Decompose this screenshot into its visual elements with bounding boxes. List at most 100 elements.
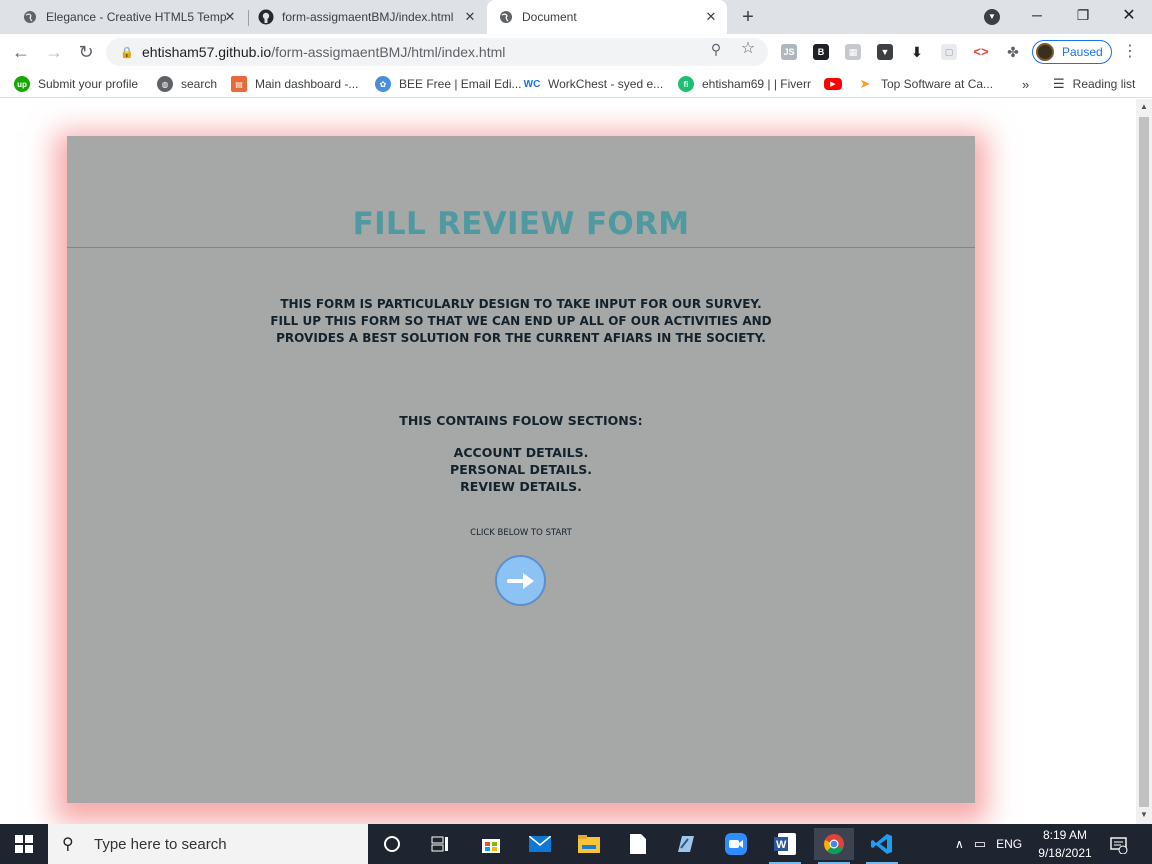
scrollbar-thumb[interactable] (1139, 117, 1149, 807)
tab-separator (248, 10, 249, 26)
word-app-icon[interactable]: W (765, 828, 805, 864)
bookmarks-bar: up Submit your profile ◍ search ▤ Main d… (0, 70, 1152, 98)
new-tab-button[interactable]: + (738, 7, 758, 27)
back-button[interactable]: ← (9, 40, 33, 64)
page-title: FILL REVIEW FORM (352, 206, 690, 242)
close-icon[interactable]: ✕ (703, 9, 719, 25)
close-icon[interactable]: ✕ (462, 9, 478, 25)
tab-strip: Elegance - Creative HTML5 Temp ✕ form-as… (0, 0, 1152, 34)
store-icon[interactable] (471, 828, 511, 860)
task-view-icon[interactable] (420, 828, 460, 860)
intro-line: PROVIDES A BEST SOLUTION FOR THE CURRENT… (276, 331, 766, 345)
taskbar: ⚲ Type here to search W ∧ ▭ ENG 8:19 AM … (0, 824, 1152, 864)
close-icon[interactable]: ✕ (222, 9, 238, 25)
reading-list-icon: ☰ (1053, 76, 1065, 91)
bookmark-label: Top Software at Ca... (881, 77, 994, 91)
tab-document[interactable]: Document ✕ (487, 0, 727, 34)
tab-search-icon[interactable]: ▼ (984, 9, 1000, 25)
address-bar[interactable]: 🔒 ehtisham57.github.io/form-assigmaentBM… (106, 38, 768, 66)
bee-icon: ✿ (375, 76, 391, 92)
page-viewport: FILL REVIEW FORM THIS FORM IS PARTICULAR… (0, 99, 1136, 824)
language-indicator[interactable]: ENG (996, 837, 1022, 851)
svg-text:W: W (776, 839, 787, 851)
intro-line: FILL UP THIS FORM SO THAT WE CAN END UP … (270, 314, 772, 328)
download-box-extension-icon[interactable]: ▼ (877, 44, 893, 60)
bookmark-search[interactable]: ◍ search (157, 75, 217, 93)
scroll-up-icon[interactable]: ▲ (1140, 103, 1148, 111)
star-icon[interactable]: ☆ (739, 40, 757, 58)
bookmark-bee-free[interactable]: ✿ BEE Free | Email Edi... (375, 75, 522, 93)
review-form-card: FILL REVIEW FORM THIS FORM IS PARTICULAR… (67, 136, 975, 803)
bookmark-workchest[interactable]: WC WorkChest - syed e... (524, 75, 663, 93)
sections-heading: THIS CONTAINS FOLOW SECTIONS: (399, 413, 643, 428)
more-bookmarks-button[interactable]: » (1022, 75, 1029, 93)
globe-icon: ◍ (157, 76, 173, 92)
bookmark-submit-profile[interactable]: up Submit your profile (14, 75, 138, 93)
reload-button[interactable]: ↻ (74, 40, 98, 64)
clock[interactable]: 8:19 AM 9/18/2021 (1030, 826, 1100, 862)
section-item: ACCOUNT DETAILS. (453, 445, 589, 460)
url-host: ehtisham57.github.io (142, 44, 272, 60)
start-label: CLICK BELOW TO START (470, 528, 572, 538)
section-item: PERSONAL DETAILS. (450, 462, 592, 477)
square-extension-icon[interactable]: ▢ (941, 44, 957, 60)
zoom-icon[interactable]: ⚲ (707, 40, 725, 58)
bookmark-label: WorkChest - syed e... (548, 77, 664, 91)
menu-icon[interactable]: ⋮ (1122, 40, 1138, 64)
bookmark-youtube[interactable]: ▶ (824, 75, 850, 93)
grid-extension-icon[interactable]: ▦ (845, 44, 861, 60)
dashboard-icon: ▤ (231, 76, 247, 92)
vertical-scrollbar[interactable]: ▲ ▼ (1136, 99, 1152, 824)
lock-icon[interactable]: 🔒 (112, 46, 142, 59)
profile-button[interactable]: Paused (1032, 40, 1112, 64)
close-window-button[interactable]: ✕ (1106, 0, 1152, 30)
url-path: /form-assigmaentBMJ/html/index.html (271, 44, 506, 60)
youtube-icon: ▶ (824, 78, 842, 90)
bookmark-main-dashboard[interactable]: ▤ Main dashboard -... (231, 75, 358, 93)
taskbar-search-box[interactable]: ⚲ Type here to search (48, 824, 368, 864)
bookmark-capterra[interactable]: ➤ Top Software at Ca... (857, 75, 994, 93)
notes-app-icon[interactable] (666, 828, 706, 860)
network-icon[interactable]: ▭ (974, 836, 986, 852)
tab-elegance[interactable]: Elegance - Creative HTML5 Temp ✕ (10, 0, 246, 34)
capterra-icon: ➤ (859, 76, 871, 91)
restore-button[interactable]: ❐ (1060, 0, 1106, 30)
puzzle-icon[interactable]: ✤ (1005, 44, 1021, 60)
reading-list-label: Reading list (1072, 77, 1136, 91)
scroll-down-icon[interactable]: ▼ (1140, 811, 1148, 819)
clock-date: 9/18/2021 (1038, 846, 1092, 860)
bookmark-label: Main dashboard -... (255, 77, 359, 91)
show-hidden-icons-icon[interactable]: ∧ (955, 837, 964, 851)
vscode-app-icon[interactable] (862, 828, 902, 864)
document-icon[interactable] (618, 828, 658, 860)
tab-title: Elegance - Creative HTML5 Temp (46, 10, 226, 24)
github-icon (258, 9, 274, 25)
windows-start-button[interactable] (0, 824, 48, 864)
b-extension-icon[interactable]: B (813, 44, 829, 60)
code-extension-icon[interactable]: <> (973, 44, 989, 60)
toolbar: ← → ↻ 🔒 ehtisham57.github.io/form-assigm… (0, 34, 1152, 70)
system-tray: ∧ ▭ ENG (955, 824, 1022, 864)
upwork-icon: up (14, 76, 30, 92)
chrome-app-icon[interactable] (814, 828, 854, 864)
file-explorer-icon[interactable] (569, 828, 609, 860)
cortana-icon[interactable] (372, 828, 412, 860)
notifications-icon[interactable] (1110, 836, 1128, 855)
js-extension-icon[interactable]: JS (781, 44, 797, 60)
minimize-button[interactable]: ─ (1014, 0, 1060, 30)
download-arrow-icon[interactable]: ⬇ (909, 44, 925, 60)
forward-button[interactable]: → (42, 40, 66, 64)
search-icon: ⚲ (62, 836, 74, 853)
bookmark-label: Submit your profile (38, 77, 139, 91)
reading-list-button[interactable]: ☰ Reading list (1053, 75, 1135, 93)
intro-text: THIS FORM IS PARTICULARLY DESIGN TO TAKE… (67, 296, 975, 347)
tab-form-assignment[interactable]: form-assigmaentBMJ/index.html ✕ (250, 0, 486, 34)
mail-icon[interactable] (520, 828, 560, 860)
bookmark-fiverr[interactable]: fi ehtisham69 | | Fiverr (678, 75, 811, 93)
zoom-app-icon[interactable] (716, 828, 756, 860)
start-button[interactable] (495, 555, 546, 606)
workchest-icon: WC (523, 78, 541, 90)
bookmark-label: ehtisham69 | | Fiverr (702, 77, 811, 91)
taskbar-search-placeholder: Type here to search (94, 835, 227, 853)
arrow-right-icon (506, 572, 534, 589)
